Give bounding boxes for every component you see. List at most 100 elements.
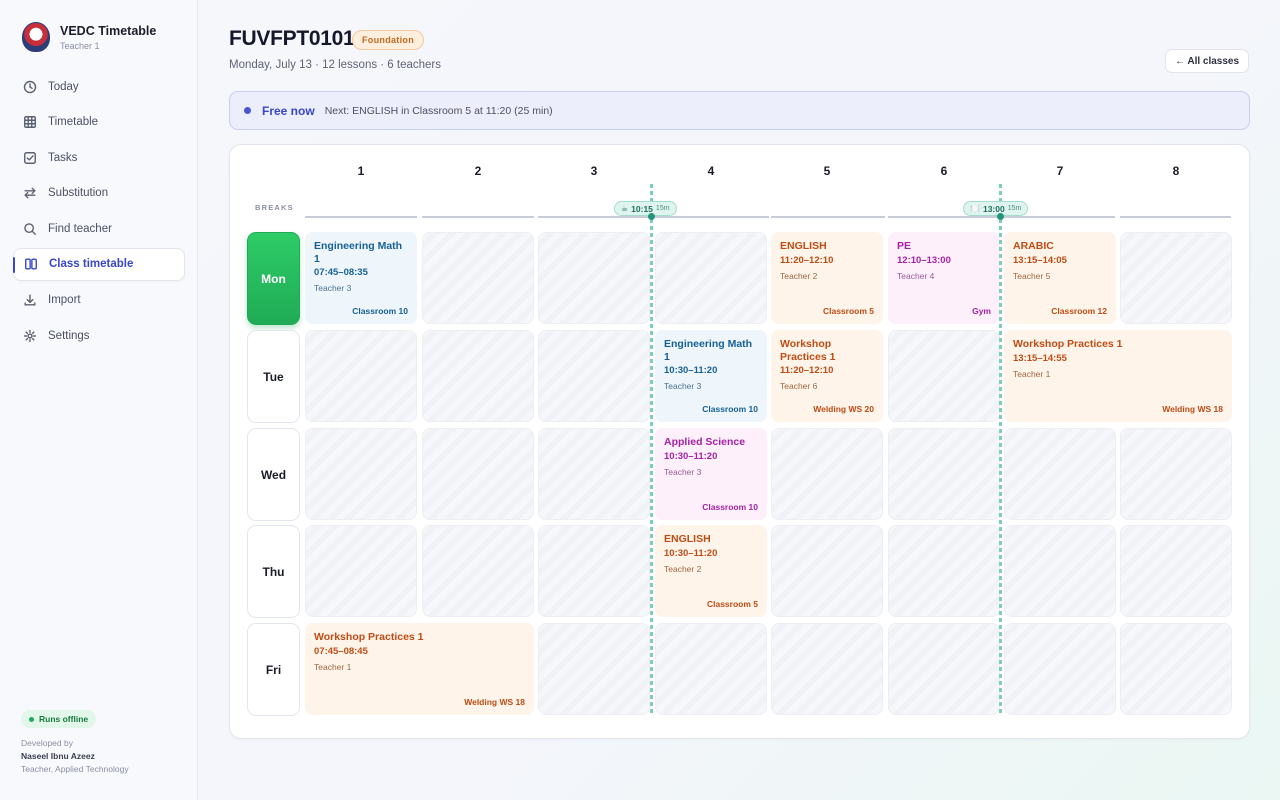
lesson-room: Gym	[972, 306, 991, 316]
empty-slot[interactable]	[1120, 623, 1232, 715]
lesson-room: Classroom 5	[822, 306, 874, 316]
break-duration: 15m	[655, 205, 670, 212]
lesson-time: 10:30–11:20	[664, 450, 718, 462]
break-track-line	[538, 216, 653, 218]
sidebar: VEDC Timetable Teacher 1 Today Timetable…	[0, 0, 198, 800]
lesson-card[interactable]: ENGLISH 10:30–11:20 Teacher 2 Classroom 5	[655, 525, 767, 617]
empty-slot[interactable]	[771, 428, 883, 520]
lesson-card[interactable]: Workshop Practices 1 07:45–08:45 Teacher 1…	[305, 623, 534, 715]
lesson-teacher: Teacher 3	[314, 283, 352, 293]
empty-slot[interactable]	[1120, 428, 1232, 520]
lesson-subject: Workshop Practices 1	[780, 338, 836, 363]
online-status-dot-icon	[29, 716, 34, 722]
break-track-line	[888, 216, 1004, 218]
lesson-time: 12:10–13:00	[897, 254, 951, 266]
offline-label: Runs offline	[39, 714, 89, 724]
lesson-card[interactable]: Engineering Math 1 10:30–11:20 Teacher 3 Cl…	[655, 330, 767, 422]
search-icon	[24, 223, 36, 235]
empty-slot[interactable]	[305, 330, 417, 422]
clock-icon	[23, 80, 37, 93]
lesson-card[interactable]: Engineering Math 1 07:45–08:35 Teacher 3 Cl…	[305, 232, 417, 324]
empty-slot[interactable]	[888, 623, 1000, 715]
break-divider-line	[650, 184, 653, 715]
sidebar-item-settings[interactable]: Settings	[13, 319, 185, 352]
lesson-subject: ARABIC	[1013, 240, 1054, 252]
lesson-room: Welding WS 20	[813, 404, 874, 414]
lesson-time: 13:15–14:05	[1013, 254, 1067, 266]
empty-slot[interactable]	[305, 525, 417, 617]
empty-slot[interactable]	[771, 525, 883, 617]
lesson-teacher: Teacher 1	[314, 661, 352, 672]
checkbox-icon	[24, 151, 36, 164]
period-header: 8	[1172, 164, 1180, 178]
developer-credit: Developed by Naseel Ibnu Azeez Teacher, …	[21, 737, 129, 776]
empty-slot[interactable]	[305, 428, 417, 520]
lesson-card[interactable]: PE 12:10–13:00 Teacher 4 Gym	[888, 232, 1000, 324]
empty-slot[interactable]	[538, 525, 650, 617]
lesson-teacher: Teacher 2	[780, 270, 818, 281]
lesson-subject: ENGLISH	[780, 240, 827, 252]
lesson-subject: PE	[897, 240, 912, 252]
break-divider-line	[999, 184, 1002, 715]
lesson-card[interactable]: Applied Science 10:30–11:20 Teacher 3 Class…	[655, 428, 767, 520]
period-header: 2	[474, 164, 482, 178]
meal-icon: 🍽️	[970, 204, 980, 213]
columns-icon	[25, 258, 37, 270]
sidebar-item-timetable[interactable]: Timetable	[13, 106, 185, 139]
empty-slot[interactable]	[1120, 232, 1232, 324]
empty-slot[interactable]	[538, 428, 650, 520]
sidebar-item-import[interactable]: Import	[13, 284, 185, 317]
status-banner: Free now Next: ENGLISH in Classroom 5 at…	[229, 91, 1250, 130]
lesson-teacher: Teacher 3	[664, 381, 702, 391]
sidebar-item-class-timetable[interactable]: Class timetable	[13, 247, 185, 281]
empty-slot[interactable]	[538, 232, 650, 324]
empty-slot[interactable]	[655, 232, 767, 324]
break-track-line	[1120, 216, 1231, 218]
sidebar-item-today[interactable]: Today	[13, 70, 185, 103]
empty-slot[interactable]	[422, 428, 534, 520]
empty-slot[interactable]	[888, 428, 1000, 520]
empty-slot[interactable]	[1120, 525, 1232, 617]
break-time: 13:00	[982, 203, 1005, 214]
empty-slot[interactable]	[538, 623, 650, 715]
coffee-icon: ☕	[621, 204, 629, 213]
empty-slot[interactable]	[888, 330, 1000, 422]
sidebar-item-find-teacher[interactable]: Find teacher	[13, 212, 185, 245]
lesson-time: 10:30–11:20	[664, 547, 718, 559]
sidebar-item-label: Substitution	[48, 187, 109, 200]
break-chip: 🍽️ 13:00 15m	[963, 201, 1029, 216]
empty-slot[interactable]	[538, 330, 650, 422]
empty-slot[interactable]	[655, 623, 767, 715]
sidebar-item-label: Settings	[48, 329, 90, 342]
dev-by: Developed by	[21, 738, 73, 748]
lesson-card[interactable]: Workshop Practices 1 13:15–14:55 Teacher 1…	[1004, 330, 1232, 422]
empty-slot[interactable]	[422, 232, 534, 324]
empty-slot[interactable]	[422, 525, 534, 617]
level-badge: Foundation	[352, 30, 424, 50]
break-chip: ☕ 10:15 15m	[614, 201, 677, 216]
page-title: FUVFPT0101	[229, 27, 355, 50]
lesson-room: Classroom 10	[702, 404, 758, 414]
swap-icon	[24, 187, 36, 199]
empty-slot[interactable]	[422, 330, 534, 422]
brand-subtitle: Teacher 1	[60, 40, 100, 51]
sidebar-item-tasks[interactable]: Tasks	[13, 141, 185, 174]
sidebar-item-substitution[interactable]: Substitution	[13, 177, 185, 210]
lesson-card[interactable]: ENGLISH 11:20–12:10 Teacher 2 Classroom 5	[771, 232, 883, 324]
empty-slot[interactable]	[771, 623, 883, 715]
lesson-teacher: Teacher 5	[1013, 270, 1051, 281]
empty-slot[interactable]	[1004, 623, 1116, 715]
empty-slot[interactable]	[1004, 428, 1116, 520]
all-classes-button[interactable]: ← All classes	[1165, 49, 1249, 73]
lesson-card[interactable]: Workshop Practices 1 11:20–12:10 Teacher 6…	[771, 330, 883, 422]
break-track-line	[1004, 216, 1115, 218]
empty-slot[interactable]	[888, 525, 1000, 617]
brand-title: VEDC Timetable	[60, 23, 157, 38]
grid-icon	[24, 116, 36, 129]
lesson-teacher: Teacher 1	[1013, 368, 1051, 379]
lesson-time: 10:30–11:20	[664, 365, 718, 376]
lesson-card[interactable]: ARABIC 13:15–14:05 Teacher 5 Classroom 12	[1004, 232, 1116, 324]
sidebar-item-label: Timetable	[48, 116, 99, 129]
period-header: 3	[590, 164, 598, 178]
empty-slot[interactable]	[1004, 525, 1116, 617]
